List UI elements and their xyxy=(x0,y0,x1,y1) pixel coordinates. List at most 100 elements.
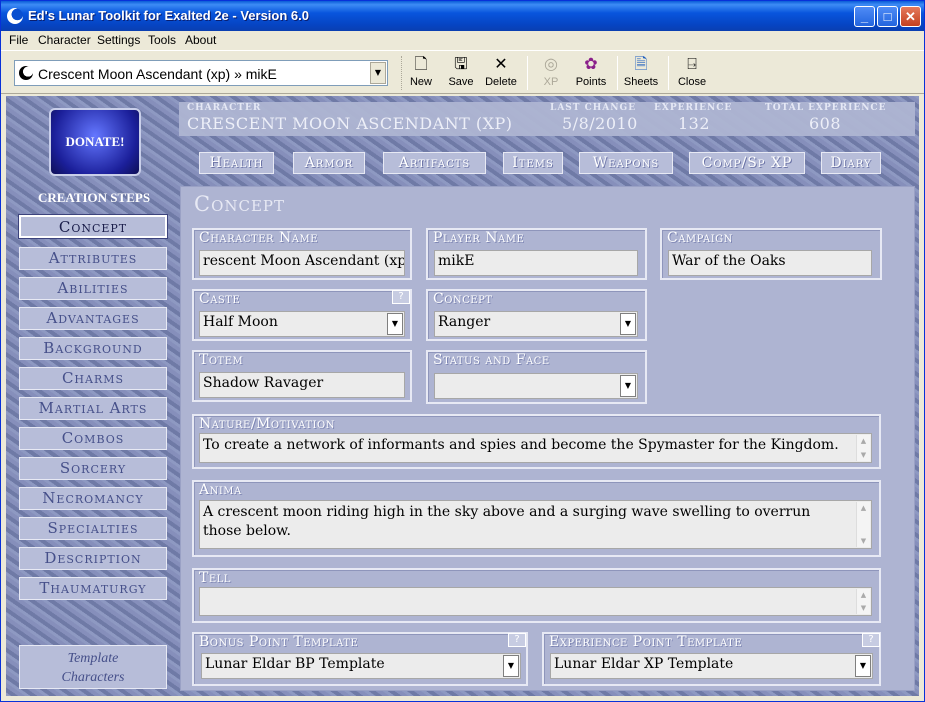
totem-field[interactable]: Shadow Ravager xyxy=(199,372,405,398)
menu-character[interactable]: Character xyxy=(38,33,91,47)
chevron-down-icon[interactable]: ▼ xyxy=(370,62,386,84)
anima-scrollbar[interactable]: ▲ ▼ xyxy=(856,502,870,547)
floppy-disk-icon: 🖫 xyxy=(454,56,468,73)
total-experience-value: 608 xyxy=(809,114,842,133)
step-advantages[interactable]: Advantages xyxy=(19,307,167,330)
title-bar[interactable]: Ed's Lunar Toolkit for Exalted 2e - Vers… xyxy=(1,1,924,31)
sheets-button[interactable]: 🗎 Sheets xyxy=(622,54,660,92)
tab-comp-sp-xp[interactable]: Comp/Sp XP xyxy=(689,152,805,174)
tell-field[interactable]: ▲ ▼ xyxy=(199,587,872,616)
totem-label: Totem xyxy=(199,352,244,368)
anima-label: Anima xyxy=(199,482,242,498)
menu-bar: File Character Settings Tools About xyxy=(1,31,924,50)
close-door-icon: ⍈ xyxy=(687,56,697,73)
status-face-select[interactable]: ▼ xyxy=(434,373,638,399)
nature-motivation-text: To create a network of informants and sp… xyxy=(203,437,839,453)
app-window: Ed's Lunar Toolkit for Exalted 2e - Vers… xyxy=(0,0,925,702)
menu-file[interactable]: File xyxy=(9,33,28,47)
minimize-button[interactable]: _ xyxy=(854,6,875,27)
donate-button[interactable]: DONATE! xyxy=(49,108,141,176)
step-background[interactable]: Background xyxy=(19,337,167,360)
step-specialties[interactable]: Specialties xyxy=(19,517,167,540)
concept-group: Concept Ranger ▼ xyxy=(426,289,647,341)
step-thaumaturgy[interactable]: Thaumaturgy xyxy=(19,577,167,600)
tab-artifacts[interactable]: Artifacts xyxy=(383,152,486,174)
player-name-label: Player Name xyxy=(433,230,525,246)
step-sorcery[interactable]: Sorcery xyxy=(19,457,167,480)
step-martial-arts[interactable]: Martial Arts xyxy=(19,397,167,420)
xp-template-help-button[interactable]: ? xyxy=(862,633,880,647)
chevron-down-icon[interactable]: ▼ xyxy=(620,313,636,335)
campaign-field[interactable]: War of the Oaks xyxy=(668,250,872,276)
tell-group: Tell ▲ ▼ xyxy=(192,568,881,623)
tab-diary[interactable]: Diary xyxy=(821,152,881,174)
save-button[interactable]: 🖫 Save xyxy=(445,54,477,92)
anima-field[interactable]: A crescent moon riding high in the sky a… xyxy=(199,500,872,549)
xp-button[interactable]: ◎ XP xyxy=(537,54,565,92)
delete-button[interactable]: ✕ Delete xyxy=(483,54,519,92)
caste-select-value: Half Moon xyxy=(203,314,278,330)
last-change-value: 5/8/2010 xyxy=(562,114,638,133)
tab-armor[interactable]: Armor xyxy=(293,152,365,174)
bonus-point-template-label: Bonus Point Template xyxy=(199,634,359,650)
menu-settings[interactable]: Settings xyxy=(97,33,140,47)
chevron-down-icon[interactable]: ▼ xyxy=(855,655,871,677)
caste-select[interactable]: Half Moon ▼ xyxy=(199,311,405,337)
nature-scrollbar[interactable]: ▲ ▼ xyxy=(856,435,870,461)
toolbar-separator xyxy=(527,56,528,90)
player-name-field[interactable]: mikE xyxy=(434,250,638,276)
maximize-button[interactable]: □ xyxy=(877,6,898,27)
bonus-point-template-group: Bonus Point Template Lunar Eldar BP Temp… xyxy=(192,632,528,686)
nature-motivation-field[interactable]: To create a network of informants and sp… xyxy=(199,433,872,463)
template-characters-line2: Characters xyxy=(61,670,125,685)
campaign-group: Campaign War of the Oaks xyxy=(660,228,882,280)
close-window-button[interactable]: ✕ xyxy=(900,6,921,27)
sheets-label: Sheets xyxy=(623,76,659,88)
last-change-label: LAST CHANGE xyxy=(550,103,637,113)
step-charms[interactable]: Charms xyxy=(19,367,167,390)
creation-steps-label: CREATION STEPS xyxy=(37,190,151,205)
totem-group: Totem Shadow Ravager xyxy=(192,350,412,402)
moon-icon xyxy=(19,66,33,80)
step-abilities[interactable]: Abilities xyxy=(19,277,167,300)
step-combos[interactable]: Combos xyxy=(19,427,167,450)
toolbar-separator xyxy=(617,56,618,90)
bonus-point-template-select[interactable]: Lunar Eldar BP Template ▼ xyxy=(201,653,521,679)
window-title: Ed's Lunar Toolkit for Exalted 2e - Vers… xyxy=(28,8,309,23)
character-label: CHARACTER xyxy=(187,103,262,113)
new-button[interactable]: 🗋 New xyxy=(406,54,436,92)
close-label: Close xyxy=(677,76,707,88)
toolbar-grip[interactable] xyxy=(401,56,404,90)
concept-select[interactable]: Ranger ▼ xyxy=(434,311,638,337)
points-icon: ✿ xyxy=(584,56,598,73)
tab-health[interactable]: Health xyxy=(199,152,274,174)
tab-weapons[interactable]: Weapons xyxy=(579,152,673,174)
character-name-field[interactable]: rescent Moon Ascendant (xp) xyxy=(199,250,405,276)
chevron-down-icon[interactable]: ▼ xyxy=(503,655,519,677)
tell-scrollbar[interactable]: ▲ ▼ xyxy=(856,589,870,614)
chevron-down-icon[interactable]: ▼ xyxy=(620,375,636,397)
chevron-down-icon[interactable]: ▼ xyxy=(387,313,403,335)
concept-label: Concept xyxy=(433,291,493,307)
toolbar: Crescent Moon Ascendant (xp) » mikE ▼ 🗋 … xyxy=(1,50,924,94)
step-attributes[interactable]: Attributes xyxy=(19,247,167,270)
menu-about[interactable]: About xyxy=(185,33,216,47)
step-description[interactable]: Description xyxy=(19,547,167,570)
close-button[interactable]: ⍈ Close xyxy=(675,54,709,92)
anima-group: Anima A crescent moon riding high in the… xyxy=(192,480,881,557)
nature-motivation-group: Nature/Motivation To create a network of… xyxy=(192,414,881,469)
step-concept[interactable]: Concept xyxy=(19,215,167,238)
delete-x-icon: ✕ xyxy=(494,56,508,73)
character-select[interactable]: Crescent Moon Ascendant (xp) » mikE ▼ xyxy=(14,60,388,86)
template-characters-button[interactable]: Template Characters xyxy=(19,645,167,689)
bonus-template-help-button[interactable]: ? xyxy=(508,633,526,647)
experience-point-template-select[interactable]: Lunar Eldar XP Template ▼ xyxy=(550,653,873,679)
tab-items[interactable]: Items xyxy=(503,152,563,174)
menu-tools[interactable]: Tools xyxy=(148,33,176,47)
anima-text: A crescent moon riding high in the sky a… xyxy=(203,504,811,539)
points-button[interactable]: ✿ Points xyxy=(572,54,610,92)
experience-point-template-value: Lunar Eldar XP Template xyxy=(554,656,734,672)
experience-point-template-group: Experience Point Template Lunar Eldar XP… xyxy=(542,632,881,686)
step-necromancy[interactable]: Necromancy xyxy=(19,487,167,510)
caste-help-button[interactable]: ? xyxy=(392,290,410,304)
